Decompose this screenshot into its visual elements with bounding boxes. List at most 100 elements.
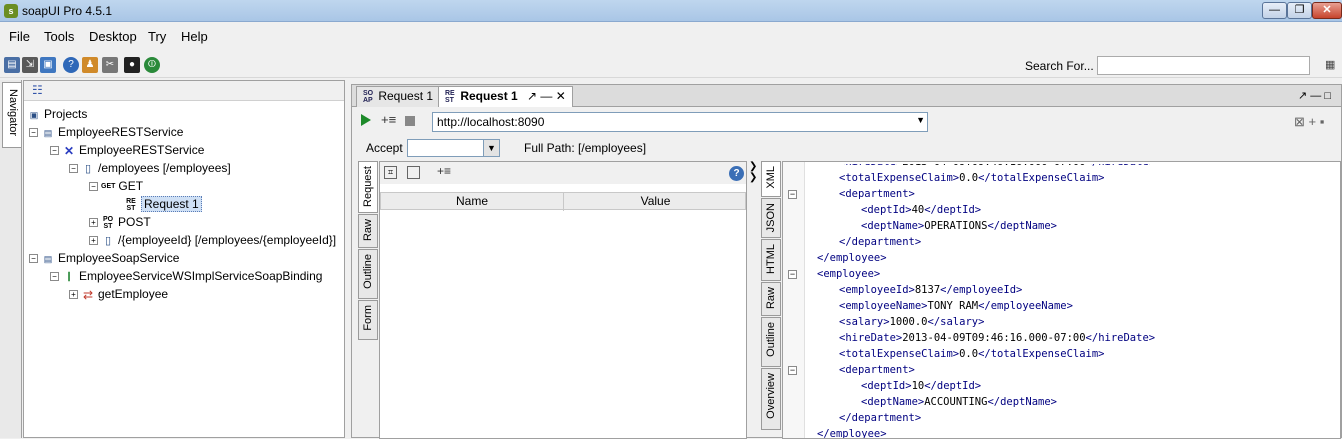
help-toolbar-icon[interactable]: ? <box>63 57 79 73</box>
tree-item-employee-soap-project[interactable]: − ▤ EmployeeSoapService <box>29 249 179 267</box>
fold-collapse-icon[interactable]: − <box>788 270 797 279</box>
menu-desktop[interactable]: Desktop <box>89 29 137 44</box>
request-options-icon[interactable]: ⊠ + ▪ <box>1294 114 1324 130</box>
submit-request-icon[interactable] <box>361 114 371 126</box>
window-title: soapUI Pro 4.5.1 <box>22 4 113 18</box>
tab-rest-request-1[interactable]: RE ST Request 1 ↗ — ✕ <box>438 86 573 107</box>
tab-soap-request-1[interactable]: SO AP Request 1 <box>356 86 441 107</box>
tree-item-employee-rest-project[interactable]: − ▤ EmployeeRESTService <box>29 123 183 141</box>
post-method-icon: PO ST <box>102 215 114 230</box>
users-icon[interactable]: ♟ <box>82 57 98 73</box>
request-editor: SO AP Request 1 RE ST Request 1 ↗ — ✕ ↗ — … <box>351 84 1342 439</box>
params-toolbar: ⌗ +≡ ? <box>380 162 746 184</box>
help-icon[interactable]: ? <box>729 166 744 181</box>
search-options-icon[interactable]: ▦ <box>1325 58 1339 72</box>
collapse-icon[interactable]: − <box>50 146 59 156</box>
expand-icon[interactable]: + <box>69 290 78 300</box>
tree-item-employees-resource[interactable]: − ▯ /employees [/employees] <box>69 159 231 177</box>
new-project-icon[interactable]: ▤ <box>4 57 20 73</box>
add-param-row-icon[interactable]: +≡ <box>437 164 451 178</box>
tab-form[interactable]: Form <box>358 300 378 340</box>
proxy-icon[interactable]: ● <box>124 57 140 73</box>
tab-overview[interactable]: Overview <box>761 368 781 430</box>
tab-outline-response[interactable]: Outline <box>761 317 781 367</box>
tree-item-soap-binding[interactable]: − Ⅰ EmployeeServiceWSImplServiceSoapBindin… <box>50 267 322 285</box>
tree-item-projects[interactable]: ▣ Projects <box>27 105 88 123</box>
tab-controls[interactable]: ↗ — ✕ <box>527 89 566 103</box>
tree-item-get-method[interactable]: − GET GET <box>89 177 143 195</box>
project-tree-panel: ☷ ▣ Projects − ▤ EmployeeRESTService − ✕ Empl… <box>23 80 345 438</box>
chevron-down-icon[interactable]: ▼ <box>916 115 925 125</box>
tab-request[interactable]: Request <box>358 161 378 213</box>
tab-raw-response[interactable]: Raw <box>761 282 781 316</box>
cancel-request-icon[interactable] <box>405 116 415 126</box>
menu-try[interactable]: Try <box>148 29 166 44</box>
collapse-icon[interactable]: − <box>69 164 78 174</box>
request-view-tabs: Request Raw Outline Form <box>358 161 378 439</box>
collapse-icon[interactable]: − <box>29 128 38 138</box>
column-header-value[interactable]: Value <box>564 193 747 211</box>
xml-line: <employee> <box>817 268 881 280</box>
tree-item-request-1[interactable]: RE ST Request 1 <box>124 195 202 213</box>
tab-label: Request 1 <box>378 89 434 103</box>
minimize-button[interactable]: — <box>1262 2 1287 19</box>
chevron-down-icon[interactable]: ▼ <box>483 139 500 157</box>
tab-outline[interactable]: Outline <box>358 249 378 299</box>
preferences-tools-icon[interactable]: ✂ <box>102 57 118 73</box>
expand-icon[interactable]: + <box>89 218 98 228</box>
xml-line: <employeeId>8137</employeeId> <box>839 284 1023 296</box>
tree-item-post-method[interactable]: + PO ST POST <box>89 213 151 231</box>
tree-item-label: POST <box>118 215 151 229</box>
collapse-icon[interactable]: − <box>50 272 59 282</box>
tree-item-employee-id-resource[interactable]: + ▯ /{employeeId} [/employees/{employeeId}… <box>89 231 336 249</box>
rest-request-icon: RE ST <box>126 197 136 212</box>
collapse-icon[interactable]: − <box>29 254 38 264</box>
tree-item-label: /{employeeId} [/employees/{employeeId}] <box>118 233 337 247</box>
exit-icon[interactable]: ⏼ <box>144 57 160 73</box>
response-xml-panel[interactable]: − − − <hireDate>2013-04-09T09:46:16.000-07… <box>782 161 1341 439</box>
remove-param-icon[interactable] <box>407 166 420 179</box>
editor-window-controls[interactable]: ↗ — □ <box>1298 89 1331 102</box>
rest-icon: RE ST <box>445 89 455 104</box>
collapse-icon[interactable]: − <box>89 182 98 192</box>
add-to-testcase-icon[interactable]: +≡ <box>381 112 396 127</box>
navigator-sidebar: Navigator <box>0 80 22 438</box>
expand-icon[interactable]: + <box>89 236 98 246</box>
menu-help[interactable]: Help <box>181 29 208 44</box>
save-all-icon[interactable]: ▣ <box>40 57 56 73</box>
navigator-tab[interactable]: Navigator <box>2 82 21 148</box>
tree-item-label: GET <box>118 179 144 193</box>
tree-list-icon[interactable]: ☷ <box>32 83 43 97</box>
xml-editor[interactable]: <hireDate>2013-04-09T09:46:16.000-07:00<… <box>809 162 1339 438</box>
tree-item-label: EmployeeRESTService <box>79 143 205 157</box>
tab-json[interactable]: JSON <box>761 198 781 238</box>
tab-label: Request 1 <box>460 89 518 103</box>
tab-html[interactable]: HTML <box>761 239 781 281</box>
maximize-button[interactable]: ❐ <box>1287 2 1312 19</box>
fold-collapse-icon[interactable]: − <box>788 366 797 375</box>
tree-item-label: /employees [/employees] <box>98 161 231 175</box>
xml-line: </employee> <box>817 252 887 264</box>
editor-tab-strip: SO AP Request 1 RE ST Request 1 ↗ — ✕ ↗ — … <box>352 85 1341 107</box>
tab-raw[interactable]: Raw <box>358 214 378 248</box>
tree-item-employee-rest-service[interactable]: − ✕ EmployeeRESTService <box>50 141 204 159</box>
chevron-right-icon[interactable]: ❯ ❯ <box>749 161 759 183</box>
xml-line: <deptName>OPERATIONS</deptName> <box>861 220 1057 232</box>
fold-collapse-icon[interactable]: − <box>788 190 797 199</box>
menu-tools[interactable]: Tools <box>44 29 74 44</box>
tree-item-get-employee[interactable]: + ⇄ getEmployee <box>69 285 168 303</box>
projects-icon: ▣ <box>29 109 39 120</box>
import-project-icon[interactable]: ⇲ <box>22 57 38 73</box>
add-param-icon[interactable]: ⌗ <box>384 166 397 179</box>
endpoint-select[interactable]: http://localhost:8090 ▼ <box>432 112 928 132</box>
get-method-icon: GET <box>101 182 116 190</box>
project-icon: ▤ <box>43 127 53 138</box>
tab-xml[interactable]: XML <box>761 161 781 197</box>
resource-icon: ▯ <box>84 162 92 175</box>
close-button[interactable]: ✕ <box>1312 2 1342 19</box>
xml-line: <employeeName>TONY RAM</employeeName> <box>839 300 1073 312</box>
column-header-name[interactable]: Name <box>381 193 564 211</box>
search-input[interactable] <box>1097 56 1310 75</box>
menu-file[interactable]: File <box>9 29 30 44</box>
project-icon: ▤ <box>43 253 53 264</box>
